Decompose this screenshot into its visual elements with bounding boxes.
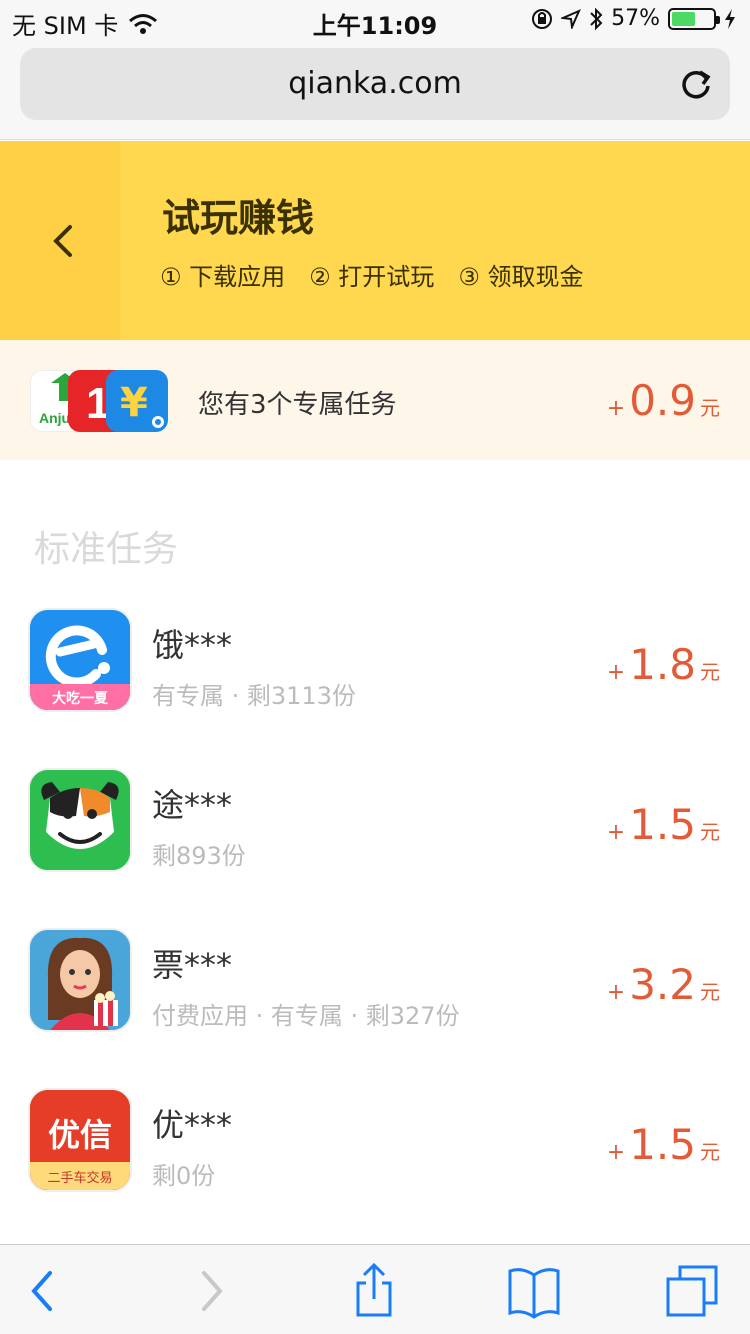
blue-yen-app-icon: ¥ — [106, 370, 168, 432]
steps-list: ① 下载应用 ② 打开试玩 ③ 领取现金 — [160, 257, 583, 292]
page-title: 试玩赚钱 — [162, 196, 315, 240]
bookmarks-icon[interactable] — [504, 1263, 564, 1319]
header-banner: 试玩赚钱 ① 下载应用 ② 打开试玩 ③ 领取现金 — [0, 141, 750, 340]
app-name: 优*** — [152, 1106, 233, 1144]
bluetooth-icon — [590, 7, 603, 30]
exclusive-reward: + 0.9 元 — [606, 376, 720, 425]
section-title: 标准任务 — [34, 529, 179, 570]
charging-icon — [725, 8, 735, 29]
location-icon — [561, 8, 582, 29]
browser-address-area: qianka.com — [0, 40, 750, 140]
share-icon[interactable] — [344, 1263, 404, 1319]
browser-toolbar — [0, 1244, 750, 1334]
app-name: 票*** — [152, 946, 233, 984]
back-button[interactable] — [0, 141, 120, 340]
step-open: ② 打开试玩 — [309, 263, 435, 291]
task-reward: + 3.2 元 — [606, 960, 720, 1009]
task-row[interactable]: 票*** 付费应用 · 有专属 · 剩327份 + 3.2 元 — [0, 908, 750, 1068]
orientation-lock-icon — [532, 8, 553, 29]
tuniu-cow-app-icon — [28, 768, 132, 872]
exclusive-app-icons: Anju 1 ¥ — [30, 368, 170, 438]
url-text: qianka.com — [288, 66, 462, 101]
svg-text:优信: 优信 — [48, 1116, 112, 1154]
chevron-left-icon — [53, 225, 72, 257]
app-meta: 有专属 · 剩3113份 — [152, 682, 356, 710]
app-meta: 剩0份 — [152, 1162, 216, 1190]
task-reward: + 1.8 元 — [606, 640, 720, 689]
step-download: ① 下载应用 — [160, 263, 286, 291]
chevron-left-icon[interactable] — [14, 1263, 74, 1319]
chevron-right-icon[interactable] — [180, 1263, 240, 1319]
battery-icon — [668, 7, 720, 30]
reload-icon[interactable] — [678, 66, 714, 102]
status-bar: 无 SIM 卡 上午11:09 57% — [0, 0, 750, 40]
youxin-app-icon: 优信 二手车交易 — [28, 1088, 132, 1192]
movie-girl-app-icon — [28, 928, 132, 1032]
exclusive-reward-amount: 0.9 — [629, 376, 696, 425]
task-row[interactable]: 优信 二手车交易 优*** 剩0份 + 1.5 元 — [0, 1068, 750, 1228]
exclusive-tasks-row[interactable]: Anju 1 ¥ 您有3个专属任务 + 0.9 元 — [0, 340, 750, 460]
task-reward: + 1.5 元 — [606, 1120, 720, 1169]
tabs-icon[interactable] — [664, 1263, 724, 1319]
address-bar[interactable]: qianka.com — [20, 48, 730, 120]
task-reward: + 1.5 元 — [606, 800, 720, 849]
battery-level — [672, 11, 695, 26]
exclusive-tasks-label: 您有3个专属任务 — [198, 390, 397, 420]
svg-text:大吃一夏: 大吃一夏 — [52, 690, 109, 707]
battery-percent: 57% — [611, 6, 660, 31]
app-name: 饿*** — [152, 626, 233, 664]
task-row[interactable]: 大吃一夏 饿*** 有专属 · 剩3113份 + 1.8 元 — [0, 588, 750, 748]
svg-text:二手车交易: 二手车交易 — [47, 1170, 112, 1186]
svg-text:Anju: Anju — [39, 410, 70, 426]
svg-text:¥: ¥ — [120, 380, 148, 426]
app-name: 途*** — [152, 786, 233, 824]
task-row[interactable]: 途*** 剩893份 + 1.5 元 — [0, 748, 750, 908]
app-meta: 剩893份 — [152, 842, 246, 870]
eleme-app-icon: 大吃一夏 — [28, 608, 132, 712]
step-claim: ③ 领取现金 — [458, 263, 584, 291]
app-meta: 付费应用 · 有专属 · 剩327份 — [152, 1002, 460, 1030]
